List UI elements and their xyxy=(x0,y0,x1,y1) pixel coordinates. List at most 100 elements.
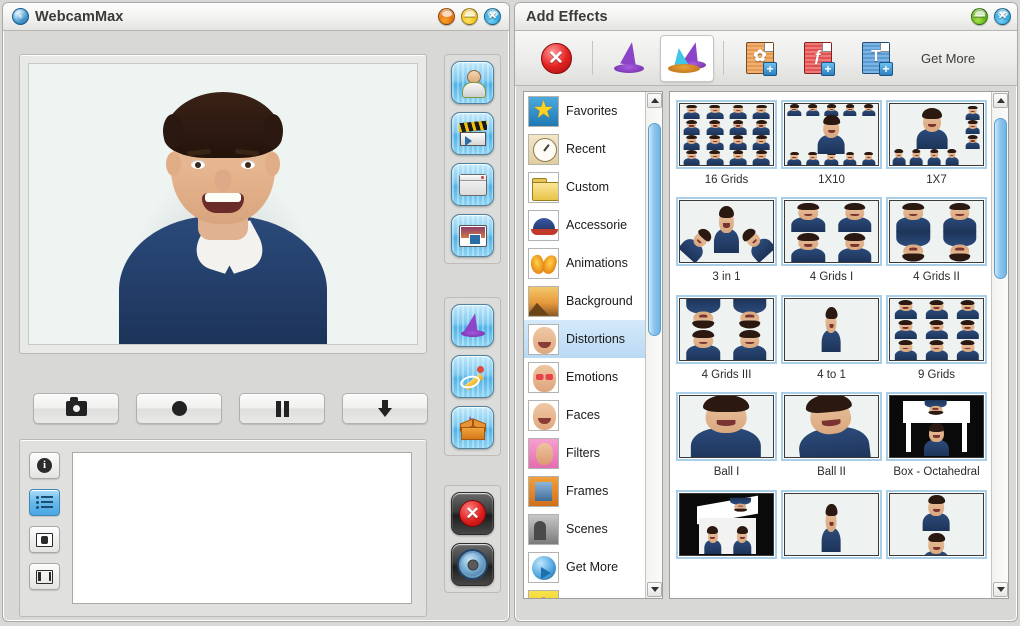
effect-partial-2[interactable] xyxy=(781,490,882,571)
multiple-effects-button[interactable] xyxy=(660,35,714,82)
effect-preview-image xyxy=(784,395,879,458)
effect-preview-image xyxy=(784,298,879,361)
media-list-area[interactable] xyxy=(72,452,412,604)
get-more-link[interactable]: Get More xyxy=(921,51,975,66)
add-flash-button[interactable]: ƒ + xyxy=(791,35,845,82)
picture-source-button[interactable] xyxy=(451,214,494,257)
category-scrollbar[interactable] xyxy=(645,92,662,598)
effect-label: 4 to 1 xyxy=(817,368,846,382)
minimize-button[interactable]: — xyxy=(461,8,478,25)
category-frames[interactable]: Frames xyxy=(524,472,645,510)
effect-label: 4 Grids III xyxy=(702,368,752,382)
effect-label: 4 Grids II xyxy=(913,270,960,284)
minimize-button[interactable]: — xyxy=(971,8,988,25)
effect-9-grids[interactable]: 9 Grids xyxy=(886,295,987,390)
globe-download-icon xyxy=(528,552,559,583)
category-custom[interactable]: Custom xyxy=(524,168,645,206)
category-emotions[interactable]: Emotions xyxy=(524,358,645,396)
effect-1x7[interactable]: 1X7 xyxy=(886,100,987,195)
webcam-preview[interactable] xyxy=(28,63,418,345)
category-animations[interactable]: Animations xyxy=(524,244,645,282)
category-get-more[interactable]: Get More xyxy=(524,548,645,586)
video-view-button[interactable] xyxy=(29,563,60,590)
effect-thumbnail xyxy=(676,100,777,169)
category-filters[interactable]: Filters xyxy=(524,434,645,472)
face-icon xyxy=(528,400,559,431)
app-root: WebcamMax — ✕ xyxy=(0,0,1020,626)
scroll-down-icon[interactable] xyxy=(993,582,1008,597)
help-button[interactable] xyxy=(438,8,455,25)
settings-button[interactable] xyxy=(451,543,494,586)
close-button[interactable]: ✕ xyxy=(484,8,501,25)
wizard-hat-icon xyxy=(460,313,486,339)
film-icon xyxy=(36,570,53,584)
pause-button[interactable] xyxy=(239,393,325,424)
scrollbar-thumb[interactable] xyxy=(648,123,661,335)
close-button[interactable]: ✕ xyxy=(994,8,1011,25)
photo-view-button[interactable] xyxy=(29,526,60,553)
package-button[interactable] xyxy=(451,406,494,449)
list-view-button[interactable] xyxy=(29,489,60,516)
effect-ball-i[interactable]: Ball I xyxy=(676,392,777,487)
effect-label: 1X10 xyxy=(818,173,845,187)
single-effect-button[interactable] xyxy=(602,35,656,82)
category-distortions[interactable]: Distortions xyxy=(524,320,645,358)
effects-window-title: Add Effects xyxy=(526,9,608,25)
record-button[interactable] xyxy=(136,393,222,424)
effect-1x10[interactable]: 1X10 xyxy=(781,100,882,195)
effect-4-grids-i[interactable]: 4 Grids I xyxy=(781,197,882,292)
download-button[interactable] xyxy=(342,393,428,424)
heart-eyes-face-icon xyxy=(528,362,559,393)
gear-icon xyxy=(459,551,486,578)
effect-4-grids-ii[interactable]: 4 Grids II xyxy=(886,197,987,292)
effect-thumbnail xyxy=(676,392,777,461)
effects-button[interactable] xyxy=(451,304,494,347)
scrollbar-thumb[interactable] xyxy=(994,118,1007,278)
effects-scroll-area[interactable]: 16 Grids 1X10 1X7 3 in 14 Grids I 4 Grids II… xyxy=(670,92,991,598)
scroll-down-icon[interactable] xyxy=(647,582,662,597)
effect-partial-1[interactable] xyxy=(676,490,777,571)
category-panel: Favorites Recent CustomAccessorie Animation… xyxy=(523,91,663,599)
effect-4-grids-iii[interactable]: 4 Grids III xyxy=(676,295,777,390)
category-faces[interactable]: Faces xyxy=(524,396,645,434)
clear-effects-button[interactable]: ✕ xyxy=(529,35,583,82)
effect-thumbnail xyxy=(886,490,987,559)
exit-button[interactable]: ✕ xyxy=(451,492,494,535)
effect-thumbnail xyxy=(886,100,987,169)
category-scenes[interactable]: Scenes xyxy=(524,510,645,548)
effect-ball-ii[interactable]: Ball II xyxy=(781,392,882,487)
add-text-button[interactable]: T + xyxy=(849,35,903,82)
webcam-source-button[interactable] xyxy=(451,61,494,104)
main-window-controls: — ✕ xyxy=(438,8,501,25)
effects-package-icon xyxy=(459,416,487,440)
category-label: Recent xyxy=(566,142,606,156)
video-source-button[interactable] xyxy=(451,112,494,155)
info-button[interactable]: i xyxy=(29,452,60,479)
add-picture-button[interactable]: ✿ + xyxy=(733,35,787,82)
butterfly-icon xyxy=(528,248,559,279)
desktop-source-button[interactable] xyxy=(451,163,494,206)
scroll-up-icon[interactable] xyxy=(993,93,1008,108)
effect-preview-image xyxy=(889,298,984,361)
category-favorites[interactable]: Favorites xyxy=(524,92,645,130)
effect-thumbnail xyxy=(781,295,882,364)
effect-3-in-1[interactable]: 3 in 1 xyxy=(676,197,777,292)
add-image-doc-icon: ✿ + xyxy=(746,42,774,74)
draw-button[interactable] xyxy=(451,355,494,398)
category-recent[interactable]: Recent xyxy=(524,130,645,168)
category-accessories[interactable]: Accessorie xyxy=(524,206,645,244)
effect-16-grids[interactable]: 16 Grids xyxy=(676,100,777,195)
category-install[interactable]: Install xyxy=(524,586,645,598)
orange-frame-icon xyxy=(528,476,559,507)
effect-box-octahedral[interactable]: Box - Octahedral xyxy=(886,392,987,487)
toolbar-separator xyxy=(723,41,724,75)
category-backgrounds[interactable]: Background xyxy=(524,282,645,320)
effects-scrollbar[interactable] xyxy=(991,92,1008,598)
effect-partial-3[interactable] xyxy=(886,490,987,571)
effect-4-to-1[interactable]: 4 to 1 xyxy=(781,295,882,390)
category-label: Animations xyxy=(566,256,628,270)
snapshot-button[interactable] xyxy=(33,393,119,424)
scroll-up-icon[interactable] xyxy=(647,93,662,108)
category-label: Favorites xyxy=(566,104,617,118)
category-list[interactable]: Favorites Recent CustomAccessorie Animation… xyxy=(524,92,645,598)
